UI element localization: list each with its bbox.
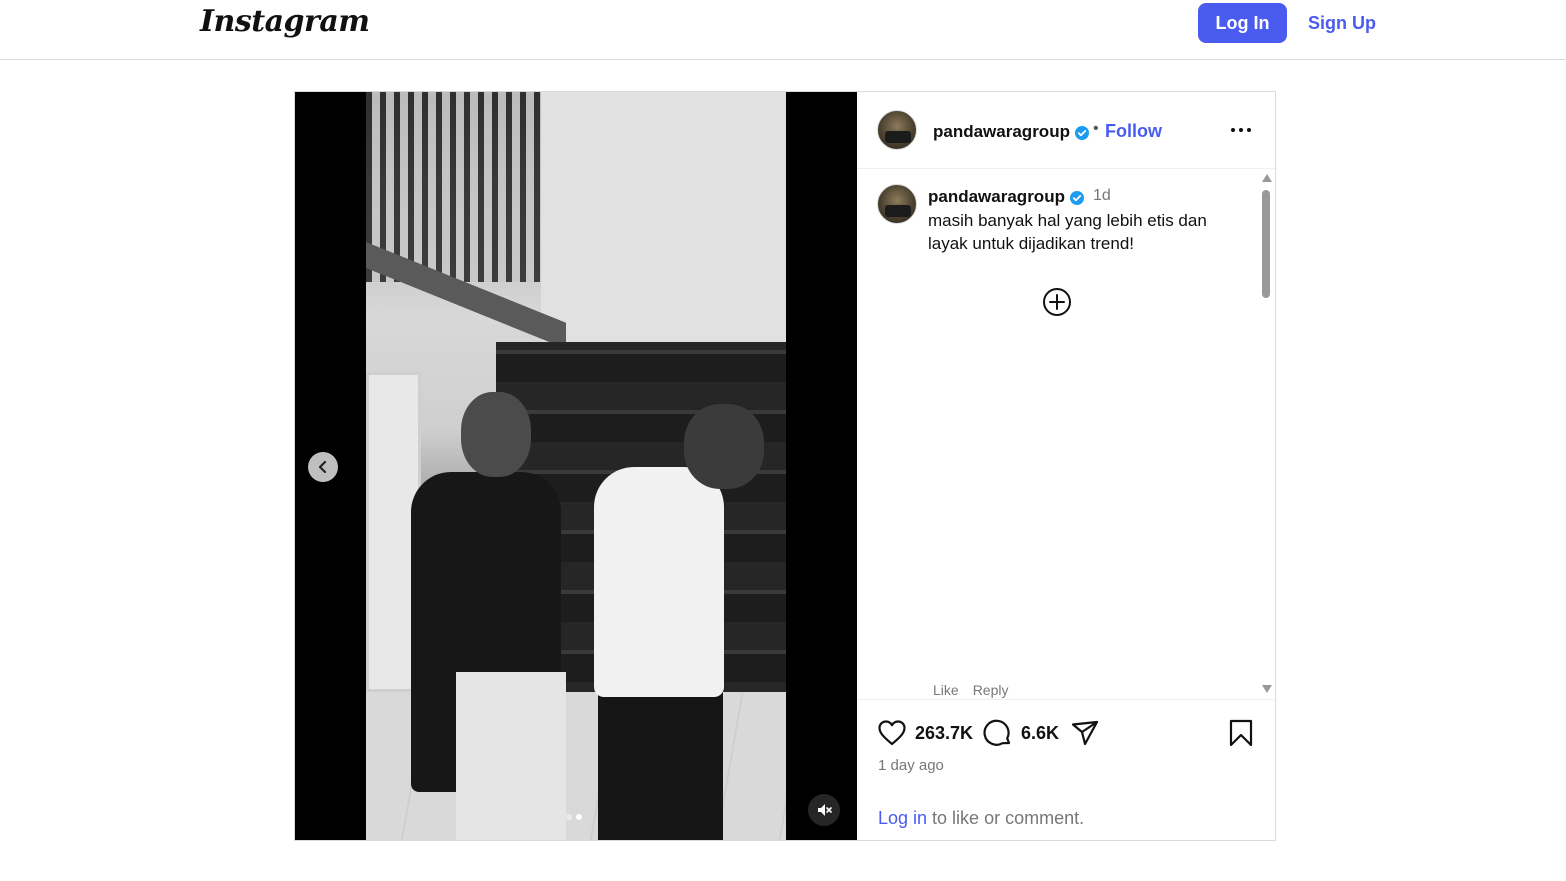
send-icon (1071, 720, 1099, 746)
author-avatar[interactable] (877, 110, 917, 150)
load-more-comments-button[interactable] (1041, 286, 1073, 318)
scroll-thumb[interactable] (1262, 190, 1270, 298)
like-count: 263.7K (915, 723, 974, 743)
chevron-left-icon (318, 460, 327, 474)
comments-scrollbar[interactable] (1259, 174, 1273, 694)
previous-slide-button[interactable] (308, 452, 338, 482)
person-right-shirt (594, 467, 724, 697)
share-button[interactable] (1070, 718, 1100, 748)
slide-dot-active (576, 814, 582, 820)
comment-button[interactable] (983, 718, 1013, 748)
signup-button[interactable]: Sign Up (1300, 3, 1384, 43)
comment-count: 6.6K (1021, 723, 1060, 743)
scroll-up-arrow[interactable] (1262, 174, 1272, 182)
login-button[interactable]: Log In (1198, 3, 1287, 43)
person-right-pants (598, 682, 723, 840)
verified-badge-icon (1069, 190, 1084, 205)
post-header: pandawaragroup • Follow (857, 92, 1275, 169)
person-left-pants (456, 672, 566, 840)
post-actions: 263.7K 6.6K 1 day ago Log in to like or … (857, 699, 1275, 840)
video-frame[interactable] (366, 92, 786, 840)
caption-username[interactable]: pandawaragroup (928, 187, 1085, 207)
like-button[interactable] (877, 718, 907, 748)
comments-section: pandawaragroup 1d masih banyak hal yang … (857, 169, 1275, 699)
comment-like-button[interactable]: Like (933, 682, 959, 698)
slide-dot (566, 814, 572, 820)
plus-circle-icon (1043, 288, 1071, 316)
caption-username-text[interactable]: pandawaragroup (928, 187, 1065, 206)
header-separator: • (1093, 120, 1099, 137)
heart-icon (878, 720, 906, 746)
more-options-icon[interactable] (1229, 120, 1253, 140)
comment-bubble-icon (983, 719, 1011, 746)
person-right-head (684, 404, 764, 489)
post-side-panel: pandawaragroup • Follow pandawaragroup 1… (857, 92, 1275, 840)
slide-indicator (566, 814, 582, 820)
comment-reply-button[interactable]: Reply (973, 682, 1009, 698)
author-username[interactable]: pandawaragroup (933, 122, 1090, 142)
save-button[interactable] (1226, 718, 1256, 748)
comment-actions: Like Reply (933, 682, 1008, 698)
scroll-down-arrow[interactable] (1262, 685, 1272, 693)
person-left-head (461, 392, 531, 477)
login-prompt-text: to like or comment. (927, 808, 1085, 828)
bookmark-icon (1229, 719, 1253, 747)
instagram-logo[interactable]: Instagram (200, 4, 370, 39)
caption-time: 1d (1093, 187, 1111, 204)
author-username-text[interactable]: pandawaragroup (933, 122, 1070, 141)
login-prompt: Log in to like or comment. (878, 808, 1084, 829)
verified-badge-icon (1074, 125, 1089, 140)
follow-button[interactable]: Follow (1105, 121, 1162, 142)
mute-toggle-button[interactable] (808, 794, 840, 826)
caption-avatar[interactable] (877, 184, 917, 224)
login-link[interactable]: Log in (878, 808, 927, 828)
caption-text: masih banyak hal yang lebih etis dan lay… (928, 211, 1207, 253)
top-navigation: Instagram Log In Sign Up (0, 0, 1566, 60)
post-date: 1 day ago (878, 757, 944, 774)
post-card: pandawaragroup • Follow pandawaragroup 1… (294, 91, 1276, 841)
post-media[interactable] (295, 92, 857, 840)
speaker-muted-icon (818, 804, 832, 816)
